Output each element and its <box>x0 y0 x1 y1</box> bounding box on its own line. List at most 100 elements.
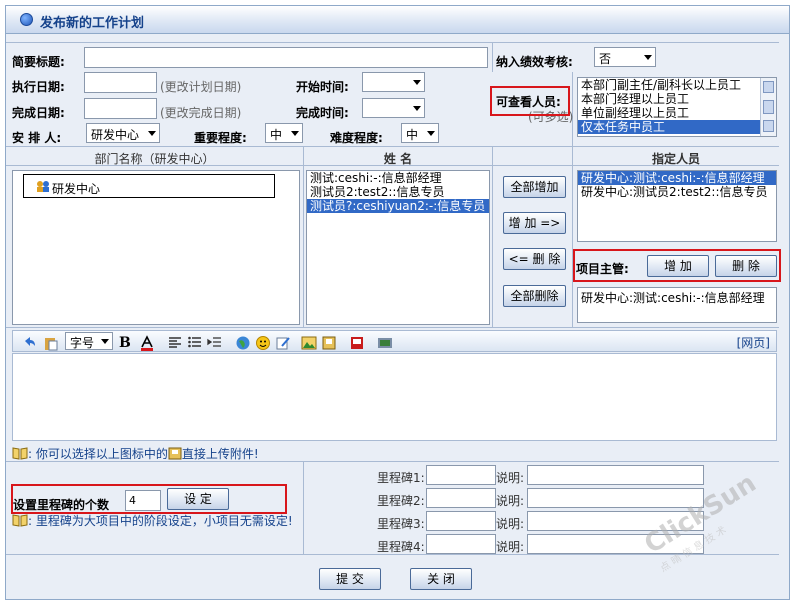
milestone-4-label: 里程碑4: <box>377 540 425 554</box>
scroll-down-icon[interactable] <box>763 120 774 132</box>
milestone-1-input[interactable] <box>426 465 496 485</box>
list-icon[interactable] <box>187 335 203 351</box>
scroll-up-icon[interactable] <box>763 81 774 93</box>
indent-icon[interactable] <box>207 335 223 351</box>
milestone-3-input[interactable] <box>426 511 496 531</box>
webpage-link[interactable]: [网页] <box>737 334 770 351</box>
summary-input[interactable] <box>84 47 488 68</box>
milestone-2-input[interactable] <box>426 488 496 508</box>
performance-select-value: 否 <box>599 52 612 66</box>
chevron-down-icon <box>413 106 421 111</box>
viewers-option[interactable]: 本部门副主任/副科长以上员工 <box>578 78 776 92</box>
chevron-down-icon <box>427 131 435 136</box>
preview-icon[interactable] <box>377 335 393 351</box>
assigned-header: 指定人员 <box>651 152 700 166</box>
tree-node[interactable]: 研发中心 <box>23 174 275 198</box>
undo-icon[interactable] <box>21 335 37 351</box>
font-size-select[interactable]: 字号 <box>65 332 113 350</box>
paste-icon[interactable] <box>43 335 59 351</box>
edit-icon[interactable] <box>275 335 291 351</box>
window-frame: 发布新的工作计划 简要标题: 纳入绩效考核: 否 执行日期: (更改计划日期) … <box>5 5 790 600</box>
align-icon[interactable] <box>167 335 183 351</box>
arrange-select[interactable]: 研发中心 <box>86 123 160 143</box>
highlight-box <box>490 86 570 116</box>
dept-tree[interactable]: 研发中心 <box>12 170 300 325</box>
milestone-4-desc-label: 说明: <box>496 540 525 554</box>
difficulty-select-value: 中 <box>406 128 419 142</box>
media-icon[interactable] <box>349 335 365 351</box>
finish-time-select[interactable] <box>362 98 425 118</box>
names-listbox[interactable]: 测试:ceshi:-:信息部经理 测试员2:test2::信息专员 测试员?:c… <box>306 170 490 325</box>
image-icon[interactable] <box>301 335 317 351</box>
row-divider <box>6 42 779 43</box>
exec-date-input[interactable] <box>84 72 157 93</box>
highlight-box <box>11 484 287 514</box>
bold-icon[interactable]: B <box>119 335 135 351</box>
smiley-icon[interactable] <box>255 335 271 351</box>
globe-icon[interactable] <box>235 335 251 351</box>
finish-date-label: 完成日期: <box>12 106 65 120</box>
importance-label: 重要程度: <box>194 131 247 145</box>
start-time-select[interactable] <box>362 72 425 92</box>
difficulty-label: 难度程度: <box>330 131 383 145</box>
upload-icon <box>168 447 182 460</box>
window-bullet-icon <box>20 13 33 26</box>
chevron-down-icon <box>291 131 299 136</box>
name-item[interactable]: 测试:ceshi:-:信息部经理 <box>307 171 489 185</box>
submit-button[interactable]: 提 交 <box>319 568 381 590</box>
editor-hint: : 你可以选择以上图标中的 直接上传附件! <box>12 445 259 462</box>
viewers-listbox[interactable]: 本部门副主任/副科长以上员工 本部门经理以上员工 单位副经理以上员工 仅本任务中… <box>577 77 777 137</box>
arrange-label: 安 排 人: <box>12 131 62 145</box>
finish-date-hint: (更改完成日期) <box>160 106 242 120</box>
viewers-option[interactable]: 单位副经理以上员工 <box>578 106 776 120</box>
editor-content[interactable] <box>12 353 777 441</box>
milestone-2-desc-input[interactable] <box>527 488 704 508</box>
assigned-item-selected[interactable]: 研发中心:测试:ceshi:-:信息部经理 <box>578 171 776 185</box>
manager-listbox[interactable]: 研发中心:测试:ceshi:-:信息部经理 <box>577 287 777 323</box>
close-button[interactable]: 关 闭 <box>410 568 472 590</box>
difficulty-select[interactable]: 中 <box>401 123 439 143</box>
font-color-icon[interactable] <box>139 335 155 351</box>
col-divider <box>303 146 304 327</box>
milestone-2-desc-label: 说明: <box>496 494 525 508</box>
importance-select[interactable]: 中 <box>265 123 303 143</box>
chevron-down-icon <box>644 55 652 60</box>
col-divider <box>303 461 304 554</box>
milestone-4-input[interactable] <box>426 534 496 554</box>
milestone-3-desc-label: 说明: <box>496 517 525 531</box>
viewers-option[interactable]: 本部门经理以上员工 <box>578 92 776 106</box>
add-button[interactable]: 增 加 => <box>503 212 566 234</box>
add-all-button[interactable]: 全部增加 <box>503 176 566 198</box>
performance-select[interactable]: 否 <box>594 47 656 67</box>
performance-label: 纳入绩效考核: <box>496 55 573 69</box>
upload-icon[interactable] <box>321 335 337 351</box>
window-title-bar: 发布新的工作计划 <box>6 6 789 34</box>
milestone-3-label: 里程碑3: <box>377 517 425 531</box>
arrange-select-value: 研发中心 <box>91 128 140 142</box>
summary-label: 简要标题: <box>12 55 65 69</box>
viewers-option-selected[interactable]: 仅本任务中员工 <box>578 120 760 134</box>
chevron-down-icon <box>413 80 421 85</box>
tree-node-label: 研发中心 <box>52 182 101 196</box>
milestone-1-desc-label: 说明: <box>496 471 525 485</box>
milestone-2-label: 里程碑2: <box>377 494 425 508</box>
manager-item[interactable]: 研发中心:测试:ceshi:-:信息部经理 <box>578 288 776 305</box>
exec-date-label: 执行日期: <box>12 80 65 94</box>
book-icon <box>12 447 28 460</box>
window-title: 发布新的工作计划 <box>40 16 145 31</box>
scrollbar[interactable] <box>760 78 776 136</box>
name-header: 姓 名 <box>383 152 413 166</box>
row-divider <box>6 146 779 147</box>
finish-date-input[interactable] <box>84 98 157 119</box>
milestone-note: : 里程碑为大项目中的阶段设定，小项目无需设定! <box>12 512 293 529</box>
milestone-1-desc-input[interactable] <box>527 465 704 485</box>
assigned-item[interactable]: 研发中心:测试员2:test2::信息专员 <box>578 185 776 199</box>
scroll-thumb[interactable] <box>763 100 774 114</box>
name-item-selected[interactable]: 测试员?:ceshiyuan2:-:信息专员 <box>307 199 489 213</box>
remove-button[interactable]: <= 删 除 <box>503 248 566 270</box>
editor-hint-text1: : 你可以选择以上图标中的 <box>28 447 168 461</box>
remove-all-button[interactable]: 全部删除 <box>503 285 566 307</box>
name-item[interactable]: 测试员2:test2::信息专员 <box>307 185 489 199</box>
assigned-listbox[interactable]: 研发中心:测试:ceshi:-:信息部经理 研发中心:测试员2:test2::信… <box>577 170 777 242</box>
editor-toolbar: 字号 B [网页] <box>12 330 777 352</box>
